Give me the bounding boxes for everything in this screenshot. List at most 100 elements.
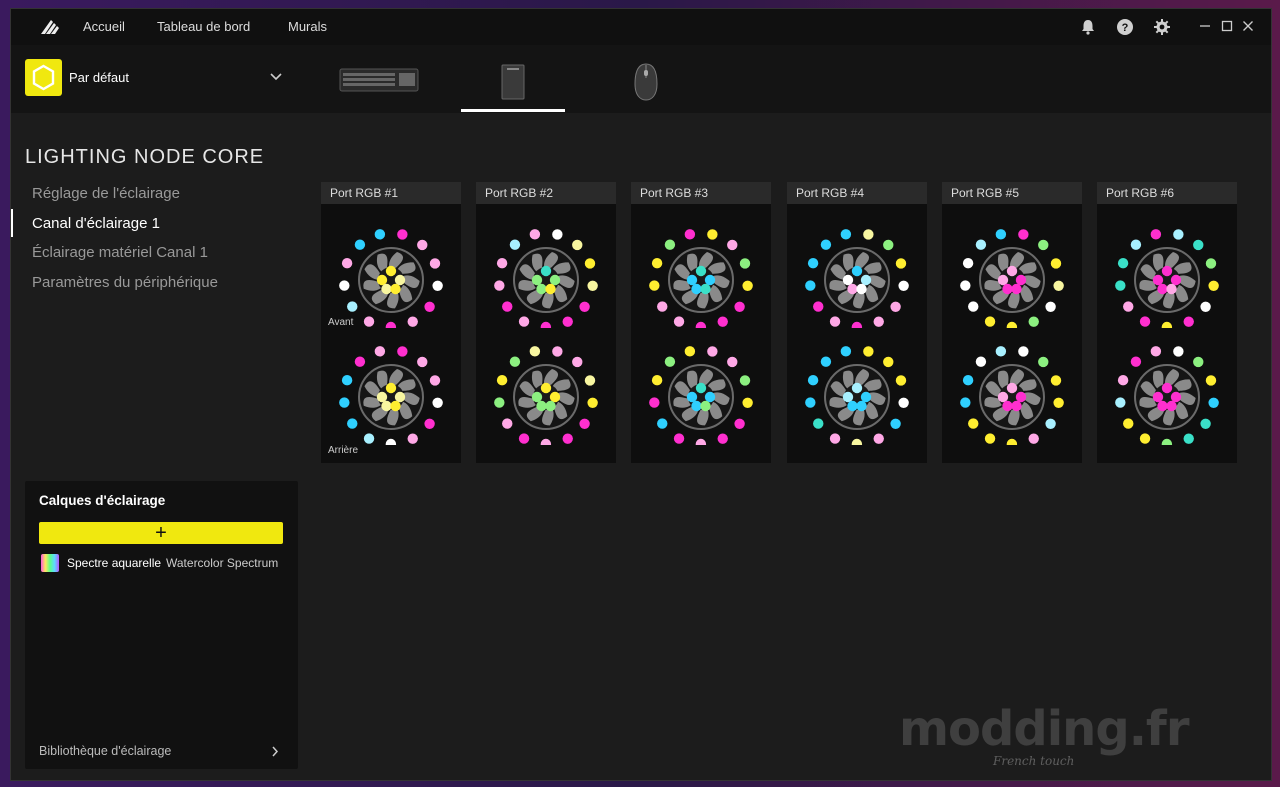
nav-murals[interactable]: Murals — [288, 19, 327, 34]
lighting-library-link[interactable]: Bibliothèque d'éclairage — [39, 744, 171, 758]
led-inner — [1015, 391, 1027, 403]
fan-front[interactable] — [1097, 208, 1237, 328]
led-outer — [1038, 239, 1049, 251]
sidebar-item-canal-eclairage-1[interactable]: Canal d'éclairage 1 — [32, 215, 160, 232]
led-outer — [890, 301, 901, 313]
led-outer — [684, 346, 696, 357]
led-outer — [734, 301, 745, 313]
led-outer — [1050, 375, 1062, 386]
fan-rear[interactable] — [476, 325, 616, 445]
notification-bell-icon[interactable] — [1079, 18, 1097, 36]
nav-tableau-de-bord[interactable]: Tableau de bord — [157, 19, 250, 34]
chevron-right-icon[interactable] — [271, 746, 279, 757]
led-inner — [1152, 274, 1164, 286]
led-outer — [341, 258, 353, 269]
led-outer — [707, 229, 718, 240]
device-keyboard[interactable] — [339, 67, 419, 93]
led-outer — [895, 258, 907, 269]
led-outer — [962, 375, 974, 386]
led-outer — [552, 229, 563, 240]
fan-front[interactable] — [321, 208, 461, 328]
led-outer — [649, 280, 660, 291]
led-outer — [1161, 438, 1173, 445]
led-inner — [860, 274, 872, 286]
maximize-icon[interactable] — [1219, 18, 1235, 34]
led-inner — [691, 283, 702, 295]
sidebar-item-parametres-peripherique[interactable]: Paramètres du périphérique — [32, 274, 218, 291]
led-outer — [898, 397, 909, 408]
fan-rear[interactable] — [787, 325, 927, 445]
sidebar-item-eclairage-materiel[interactable]: Éclairage matériel Canal 1 — [32, 244, 208, 261]
port-rgb-4: Port RGB #4 — [787, 182, 927, 463]
led-inner — [1170, 274, 1182, 286]
led-outer — [807, 258, 819, 269]
fan-front[interactable] — [631, 208, 771, 328]
led-inner — [1002, 400, 1013, 412]
led-inner — [686, 274, 698, 286]
settings-gear-icon[interactable] — [1153, 18, 1171, 36]
led-outer — [509, 356, 521, 367]
fan-rear[interactable] — [631, 325, 771, 445]
fan-rear[interactable] — [321, 325, 461, 445]
led-outer — [863, 229, 874, 240]
led-outer — [552, 346, 563, 357]
led-outer — [1123, 301, 1134, 312]
close-icon[interactable] — [1240, 18, 1256, 34]
device-mouse[interactable] — [633, 62, 659, 102]
led-outer — [984, 433, 996, 444]
layer-item[interactable]: Spectre aquarelle Watercolor Spectrum — [39, 553, 283, 573]
led-inner — [381, 400, 392, 412]
led-inner — [704, 391, 716, 403]
fan-rear[interactable] — [942, 325, 1082, 445]
fan-label-rear: Arrière — [328, 445, 359, 456]
led-outer — [1208, 280, 1219, 291]
sidebar-item-reglage-eclairage[interactable]: Réglage de l'éclairage — [32, 185, 180, 202]
fan-rear[interactable] — [1097, 325, 1237, 445]
led-outer — [813, 418, 824, 429]
led-outer — [1139, 433, 1151, 444]
port-header: Port RGB #2 — [476, 182, 616, 204]
app-window: Accueil Tableau de bord Murals ? Par déf… — [10, 8, 1272, 781]
led-outer — [1200, 301, 1211, 313]
profile-icon[interactable] — [25, 59, 62, 96]
led-inner — [1166, 283, 1177, 295]
led-outer — [717, 433, 728, 444]
device-lighting-node-core[interactable] — [501, 64, 525, 100]
led-inner — [1166, 400, 1177, 412]
port-rgb-3: Port RGB #3 — [631, 182, 771, 463]
port-header: Port RGB #1 — [321, 182, 461, 204]
led-inner — [1161, 265, 1173, 277]
profile-name[interactable]: Par défaut — [69, 70, 129, 85]
port-rgb-2: Port RGB #2 — [476, 182, 616, 463]
led-inner — [549, 391, 561, 403]
led-outer — [429, 375, 441, 386]
led-inner — [847, 283, 858, 295]
led-outer — [385, 438, 397, 445]
led-inner — [531, 391, 543, 403]
led-inner — [385, 265, 397, 277]
led-outer — [339, 280, 350, 291]
led-inner — [536, 400, 547, 412]
led-outer — [707, 346, 718, 357]
led-outer — [1173, 229, 1184, 240]
fan-front[interactable] — [942, 208, 1082, 328]
led-inner — [842, 274, 854, 286]
led-inner — [997, 391, 1009, 403]
port-label: Port RGB #1 — [330, 186, 399, 200]
led-outer — [975, 239, 987, 250]
port-label: Port RGB #4 — [796, 186, 865, 200]
port-label: Port RGB #5 — [951, 186, 1020, 200]
led-outer — [664, 356, 676, 367]
help-icon[interactable]: ? — [1116, 18, 1134, 36]
led-outer — [354, 239, 366, 250]
led-outer — [1028, 433, 1039, 444]
led-inner — [860, 391, 872, 403]
minimize-icon[interactable] — [1197, 18, 1213, 34]
add-layer-button[interactable]: + — [39, 522, 283, 544]
fan-front[interactable] — [787, 208, 927, 328]
led-outer — [518, 433, 530, 444]
fan-front[interactable] — [476, 208, 616, 328]
chevron-down-icon[interactable] — [269, 72, 283, 82]
nav-accueil[interactable]: Accueil — [83, 19, 125, 34]
led-outer — [895, 375, 907, 386]
